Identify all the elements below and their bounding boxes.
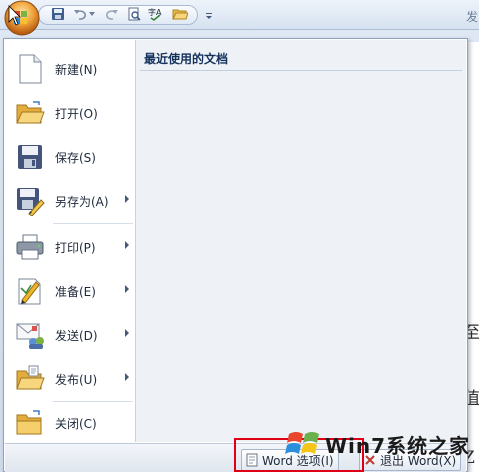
print-preview-icon[interactable] <box>126 6 142 22</box>
menu-separator <box>53 223 133 224</box>
recent-documents-title: 最近使用的文档 <box>144 52 229 66</box>
prepare-icon <box>13 274 47 308</box>
menu-command-list: 新建(N) 打开(O) 保存(S) 另存为(A) 打印(P) 准备(E) 发送(… <box>5 40 135 442</box>
menu-item-prepare[interactable]: 准备(E) <box>7 270 133 312</box>
submenu-arrow-icon <box>125 195 129 203</box>
printer-icon <box>13 230 47 264</box>
publish-icon <box>13 362 47 396</box>
menu-item-label: 关闭(C) <box>55 416 97 431</box>
open-icon[interactable] <box>172 6 188 22</box>
menu-item-label: 打印(P) <box>55 240 96 255</box>
close-folder-icon <box>13 406 47 440</box>
submenu-arrow-icon <box>125 329 129 337</box>
menu-item-publish[interactable]: 发布(U) <box>7 358 133 400</box>
submenu-arrow-icon <box>125 285 129 293</box>
windows-logo-icon <box>285 432 319 454</box>
open-folder-icon <box>13 96 47 130</box>
spelling-icon[interactable]: 字A <box>148 6 164 22</box>
recent-documents-panel: 最近使用的文档 <box>136 40 466 442</box>
menu-item-label: 新建(N) <box>55 62 98 77</box>
watermark-text: Win7系统之家 <box>325 433 471 458</box>
menu-item-print[interactable]: 打印(P) <box>7 226 133 268</box>
office-orb-icon <box>4 0 40 36</box>
menu-item-label: 发布(U) <box>55 372 98 387</box>
new-document-icon <box>13 52 47 86</box>
save-as-icon <box>13 184 47 218</box>
menu-item-save-as[interactable]: 另存为(A) <box>7 180 133 222</box>
menu-item-label: 准备(E) <box>55 284 96 299</box>
watermark: Win7系统之家 <box>285 424 479 464</box>
menu-item-label: 打开(O) <box>55 106 98 121</box>
customize-toolbar-icon[interactable] <box>204 8 214 24</box>
submenu-arrow-icon <box>125 373 129 381</box>
undo-icon[interactable] <box>72 6 88 22</box>
recent-documents-divider <box>140 70 462 71</box>
office-menu: 新建(N) 打开(O) 保存(S) 另存为(A) 打印(P) 准备(E) 发送(… <box>3 38 468 472</box>
menu-item-close[interactable]: 关闭(C) <box>7 402 133 444</box>
save-icon <box>13 140 47 174</box>
menu-item-new[interactable]: 新建(N) <box>7 48 133 90</box>
undo-dropdown-icon[interactable] <box>88 8 96 20</box>
menu-item-send[interactable]: 发送(D) <box>7 314 133 356</box>
send-icon <box>13 318 47 352</box>
menu-item-label: 保存(S) <box>55 150 96 165</box>
menu-item-label: 发送(D) <box>55 328 98 343</box>
menu-item-label: 另存为(A) <box>55 194 109 209</box>
quick-access-toolbar: 字A 发 <box>0 0 479 30</box>
ribbon-tab-fragment[interactable]: 发 <box>466 8 478 25</box>
submenu-arrow-icon <box>125 241 129 249</box>
office-button[interactable] <box>0 0 44 40</box>
save-icon[interactable] <box>50 6 66 22</box>
redo-icon[interactable] <box>104 6 120 22</box>
menu-item-open[interactable]: 打开(O) <box>7 92 133 134</box>
menu-item-save[interactable]: 保存(S) <box>7 136 133 178</box>
